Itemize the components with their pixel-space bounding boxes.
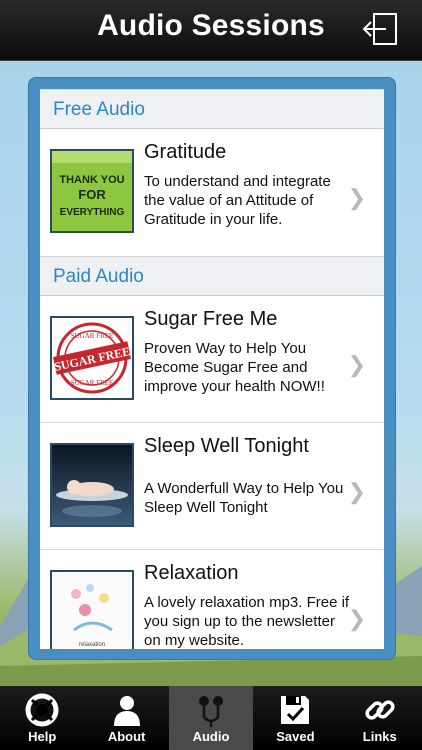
item-description: To understand and integrate the value of… [144, 173, 331, 228]
svg-text:EVERYTHING: EVERYTHING [60, 207, 125, 218]
chain-link-icon [365, 700, 395, 720]
audio-list-panel: Free Audio THANK YOU FOR EVERYTHING Grat… [28, 77, 396, 660]
svg-text:FOR: FOR [78, 187, 106, 202]
thumbnail-relaxation: relaxation [50, 570, 134, 649]
section-header-paid: Paid Audio [40, 256, 384, 296]
tab-audio[interactable]: Audio [168, 686, 254, 750]
svg-text:THANK YOU: THANK YOU [59, 174, 124, 186]
item-title: Relaxation [144, 562, 239, 584]
navigation-bar: Audio Sessions [0, 0, 422, 61]
exit-button[interactable] [362, 12, 398, 46]
exit-icon [362, 13, 397, 45]
list-item-relaxation[interactable]: relaxation Relaxation A lovely relaxatio… [40, 550, 384, 649]
svg-text:relaxation: relaxation [79, 642, 105, 648]
list-item-sleep-well-tonight[interactable]: Sleep Well Tonight A Wonderfull Way to H… [40, 423, 384, 550]
person-icon [113, 696, 140, 726]
tab-label: About [107, 729, 146, 744]
section-header-free: Free Audio [40, 89, 384, 129]
tab-help[interactable]: Help [0, 686, 84, 750]
sugar-free-stamp-image: SUGAR FREE SUGAR FREE SUGAR FREE [52, 318, 132, 398]
chevron-right-icon: ❯ [347, 185, 366, 210]
tab-links[interactable]: Links [338, 686, 422, 750]
page-title: Audio Sessions [97, 9, 325, 42]
chevron-right-icon: ❯ [347, 606, 366, 631]
item-description: A lovely relaxation mp3. Free if you sig… [144, 594, 350, 649]
save-disk-icon [281, 696, 310, 724]
tab-label: Audio [192, 729, 230, 744]
item-description: Proven Way to Help You Become Sugar Free… [144, 340, 325, 395]
thank-you-image: THANK YOU FOR EVERYTHING [52, 151, 132, 231]
sleeping-baby-image [52, 445, 132, 525]
item-title: Sleep Well Tonight [144, 435, 309, 457]
thumbnail-gratitude: THANK YOU FOR EVERYTHING [50, 149, 134, 233]
tab-label: Saved [276, 729, 315, 744]
svg-text:SUGAR FREE: SUGAR FREE [71, 379, 114, 387]
list-item-sugar-free-me[interactable]: SUGAR FREE SUGAR FREE SUGAR FREE Sugar F… [40, 296, 384, 423]
svg-text:SUGAR FREE: SUGAR FREE [71, 332, 114, 340]
item-title: Gratitude [144, 141, 227, 163]
lifebuoy-icon [25, 693, 59, 727]
list-item-gratitude[interactable]: THANK YOU FOR EVERYTHING Gratitude To un… [40, 129, 384, 256]
tab-about[interactable]: About [84, 686, 168, 750]
item-title: Sugar Free Me [144, 308, 278, 330]
tab-bar: Help About Audio Saved Links [0, 686, 422, 750]
tab-label: Links [362, 729, 397, 744]
item-description: A Wonderfull Way to Help You Sleep Well … [144, 480, 344, 516]
thumbnail-sugar-free: SUGAR FREE SUGAR FREE SUGAR FREE [50, 316, 134, 400]
chevron-right-icon: ❯ [347, 352, 366, 377]
audio-list[interactable]: Free Audio THANK YOU FOR EVERYTHING Grat… [40, 89, 384, 649]
earphones-icon [198, 696, 223, 727]
chevron-right-icon: ❯ [347, 479, 366, 504]
tab-label: Help [28, 729, 57, 744]
relaxation-illustration-image: relaxation [52, 572, 132, 649]
thumbnail-sleep-well [50, 443, 134, 527]
tab-saved[interactable]: Saved [253, 686, 337, 750]
